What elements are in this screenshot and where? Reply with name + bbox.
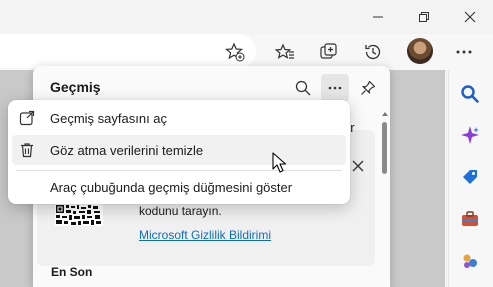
menu-item-label: Geçmiş sayfasını aç — [50, 111, 168, 126]
sidebar-games-button[interactable] — [456, 247, 484, 275]
search-icon — [295, 80, 311, 96]
collections-icon — [320, 43, 337, 59]
history-button[interactable] — [359, 38, 387, 66]
sidebar-shopping-button[interactable] — [456, 163, 484, 191]
restore-button[interactable] — [401, 0, 447, 34]
profile-avatar[interactable] — [407, 38, 433, 64]
panel-scrollbar[interactable] — [380, 106, 390, 287]
scrollbar-thumb[interactable] — [382, 122, 387, 174]
history-icon — [365, 44, 381, 60]
menu-item-show-history-button[interactable]: Araç çubuğunda geçmiş düğmesini göster — [12, 172, 346, 202]
card-scan-text: kodunu tarayın. — [139, 204, 222, 218]
copilot-icon — [461, 126, 479, 144]
menu-item-label: Göz atma verilerini temizle — [50, 143, 204, 158]
history-more-options-button[interactable] — [321, 74, 349, 102]
close-window-button[interactable] — [447, 0, 493, 34]
minimize-button[interactable] — [355, 0, 401, 34]
panel-title: Geçmiş — [50, 79, 101, 95]
menu-item-label: Araç çubuğunda geçmiş düğmesini göster — [50, 180, 293, 195]
more-icon — [328, 86, 342, 90]
history-options-menu: Geçmiş sayfasını aç Göz atma verilerini … — [8, 100, 350, 204]
sidebar-search-button[interactable] — [456, 80, 484, 108]
more-icon — [456, 50, 472, 54]
menu-item-clear-browsing-data[interactable]: Göz atma verilerini temizle — [12, 135, 346, 165]
open-external-icon — [18, 109, 36, 127]
search-icon — [461, 85, 479, 103]
trash-icon — [18, 141, 36, 159]
scroll-up-icon — [382, 112, 388, 116]
shopping-tag-icon — [463, 170, 477, 184]
menu-separator — [16, 170, 342, 171]
add-favorite-icon — [225, 42, 245, 62]
minimize-icon — [373, 16, 383, 18]
more-button[interactable] — [450, 38, 478, 66]
sidebar-copilot-button[interactable] — [456, 121, 484, 149]
tools-icon — [462, 211, 478, 226]
mouse-cursor-icon — [272, 152, 287, 173]
pin-icon — [361, 80, 376, 95]
add-favorite-button[interactable] — [221, 38, 249, 66]
collections-button[interactable] — [315, 38, 343, 66]
pin-panel-button[interactable] — [354, 74, 382, 102]
close-icon — [464, 11, 476, 23]
address-bar[interactable] — [0, 34, 256, 68]
card-close-button[interactable] — [348, 156, 368, 176]
favorites-icon — [275, 43, 294, 59]
sidebar-tools-button[interactable] — [456, 205, 484, 233]
history-search-button[interactable] — [289, 74, 317, 102]
favorites-button[interactable] — [271, 38, 299, 66]
games-icon — [463, 254, 477, 268]
close-icon — [352, 160, 364, 172]
menu-item-open-history-page[interactable]: Geçmiş sayfasını aç — [12, 103, 346, 133]
section-title-recent: En Son — [51, 265, 93, 279]
qr-code-image — [55, 204, 103, 226]
restore-icon — [419, 12, 429, 22]
privacy-statement-link[interactable]: Microsoft Gizlilik Bildirimi — [139, 228, 271, 242]
